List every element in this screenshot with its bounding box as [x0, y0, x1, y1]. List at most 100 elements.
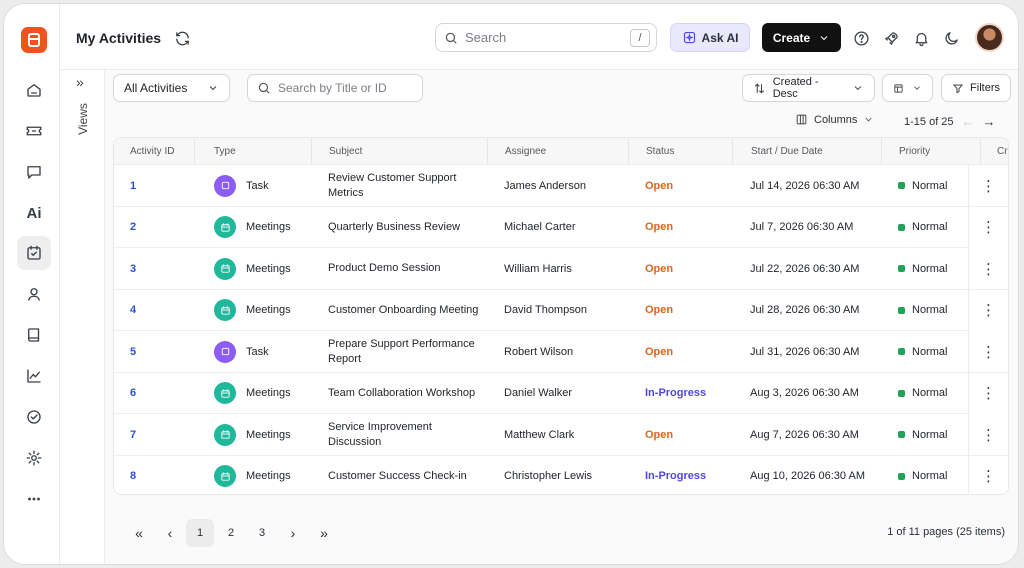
ask-ai-button[interactable]: Ask AI [670, 23, 750, 52]
refresh-icon[interactable] [172, 28, 192, 48]
avatar[interactable] [975, 23, 1004, 52]
settings-icon[interactable] [17, 441, 51, 475]
activity-id-link[interactable]: 4 [130, 290, 136, 331]
chevron-down-icon [854, 86, 862, 91]
views-panel: » Views [60, 70, 105, 564]
user-icon[interactable] [17, 277, 51, 311]
page-3-button[interactable]: 3 [248, 519, 276, 547]
column-header-created[interactable]: Cre [980, 138, 1008, 165]
assignee-cell: Matthew Clark [504, 428, 575, 441]
row-actions-icon[interactable]: ⋮ [968, 206, 1008, 248]
expand-views-icon[interactable]: » [76, 74, 84, 90]
rocket-icon[interactable] [881, 28, 901, 48]
home-icon[interactable] [17, 73, 51, 107]
type-label: Meetings [246, 387, 291, 399]
row-actions-icon[interactable]: ⋮ [968, 289, 1008, 331]
page-title: My Activities [76, 30, 162, 46]
views-label[interactable]: Views [76, 101, 90, 137]
column-header-priority[interactable]: Priority [881, 138, 980, 165]
assignee-cell: Michael Carter [504, 221, 576, 233]
activity-id-link[interactable]: 2 [130, 207, 136, 248]
table-row[interactable]: 6 Meetings Team Collaboration Workshop Dani… [114, 372, 1008, 414]
ai-icon[interactable]: Ai [17, 196, 51, 230]
priority-cell: Normal [898, 331, 947, 372]
ticket-icon[interactable] [17, 114, 51, 148]
sort-select[interactable]: Created - Desc [742, 74, 875, 102]
help-icon[interactable] [851, 28, 871, 48]
next-arrow-icon[interactable]: → [983, 114, 996, 129]
table-row[interactable]: 1 Task Review Customer Support Metrics Jame… [114, 165, 1008, 207]
date-cell: Jul 28, 2026 06:30 AM [750, 304, 860, 316]
row-actions-icon[interactable]: ⋮ [968, 248, 1008, 289]
column-header-type[interactable]: Type [194, 138, 311, 165]
meeting-icon [214, 382, 236, 404]
check-circle-icon[interactable] [17, 400, 51, 434]
next-page-icon[interactable]: › [279, 519, 307, 547]
page-2-button[interactable]: 2 [217, 519, 245, 547]
subject-cell: Quarterly Business Review [328, 207, 488, 248]
table-row[interactable]: 7 Meetings Service Improvement Discussion M… [114, 414, 1008, 456]
book-icon[interactable] [17, 318, 51, 352]
date-cell: Aug 10, 2026 06:30 AM [750, 470, 865, 482]
activity-id-link[interactable]: 3 [130, 248, 136, 289]
column-header-assignee[interactable]: Assignee [487, 138, 628, 165]
columns-button[interactable]: Columns [795, 113, 874, 126]
date-cell: Jul 7, 2026 06:30 AM [750, 221, 854, 233]
priority-dot-icon [898, 472, 905, 480]
table-row[interactable]: 3 Meetings Product Demo Session William Har… [114, 248, 1008, 290]
row-actions-icon[interactable]: ⋮ [968, 372, 1008, 414]
assignee-cell: David Thompson [504, 304, 587, 316]
activity-id-link[interactable]: 8 [130, 456, 136, 495]
create-button[interactable]: Create [762, 23, 841, 52]
brand-logo[interactable] [21, 27, 47, 53]
prev-page-icon[interactable]: ‹ [156, 519, 184, 547]
global-search-input[interactable]: Search / [435, 23, 657, 52]
calendar-check-icon[interactable] [17, 236, 51, 270]
activity-id-link[interactable]: 1 [130, 165, 136, 206]
chevron-down-icon [914, 86, 920, 90]
row-actions-icon[interactable]: ⋮ [968, 455, 1008, 494]
row-actions-icon[interactable]: ⋮ [968, 165, 1008, 206]
row-actions-icon[interactable]: ⋮ [968, 414, 1008, 455]
activity-id-link[interactable]: 7 [130, 414, 136, 455]
last-page-icon[interactable]: » [310, 519, 338, 547]
date-cell: Jul 22, 2026 06:30 AM [750, 262, 860, 275]
type-label: Meetings [246, 304, 291, 316]
table-search-placeholder: Search by Title or ID [278, 81, 387, 95]
bell-icon[interactable] [911, 28, 931, 48]
subject-cell: Service Improvement Discussion [328, 414, 488, 455]
sort-icon [754, 83, 764, 93]
table-row[interactable]: 5 Task Prepare Support Performance Report R… [114, 331, 1008, 373]
search-icon [258, 82, 270, 94]
column-header-status[interactable]: Status [628, 138, 732, 165]
column-header-id[interactable]: Activity ID [130, 138, 174, 165]
priority-label: Normal [912, 428, 948, 441]
chat-icon[interactable] [17, 155, 51, 189]
table-search-input[interactable]: Search by Title or ID [247, 74, 423, 102]
more-icon[interactable] [17, 482, 51, 516]
prev-arrow-icon[interactable]: ← [962, 114, 975, 129]
row-actions-icon[interactable]: ⋮ [968, 331, 1008, 372]
activity-id-link[interactable]: 5 [130, 331, 136, 372]
table-row[interactable]: 4 Meetings Customer Onboarding Meeting Davi… [114, 289, 1008, 331]
chart-icon[interactable] [17, 359, 51, 393]
column-header-date[interactable]: Start / Due Date [732, 138, 881, 165]
activities-table: Activity ID Type Subject Assignee Status… [113, 137, 1009, 495]
priority-label: Normal [912, 470, 948, 482]
table-row[interactable]: 2 Meetings Quarterly Business Review Michae… [114, 206, 1008, 248]
logo-icon [28, 33, 40, 47]
filters-button[interactable]: Filters [941, 74, 1011, 102]
table-row[interactable]: 8 Meetings Customer Success Check-in Christ… [114, 455, 1008, 495]
column-header-subject[interactable]: Subject [311, 138, 487, 165]
layout-select[interactable] [882, 74, 933, 102]
table-layout-icon [894, 83, 903, 93]
activity-id-link[interactable]: 6 [130, 373, 136, 414]
priority-dot-icon [898, 265, 905, 272]
first-page-icon[interactable]: « [125, 519, 153, 547]
view-select[interactable]: All Activities [113, 74, 230, 102]
moon-icon[interactable] [941, 28, 961, 48]
priority-label: Normal [912, 304, 948, 316]
page-1-button[interactable]: 1 [186, 519, 214, 547]
subject-cell: Review Customer Support Metrics [328, 165, 488, 206]
type-label: Meetings [246, 428, 291, 441]
